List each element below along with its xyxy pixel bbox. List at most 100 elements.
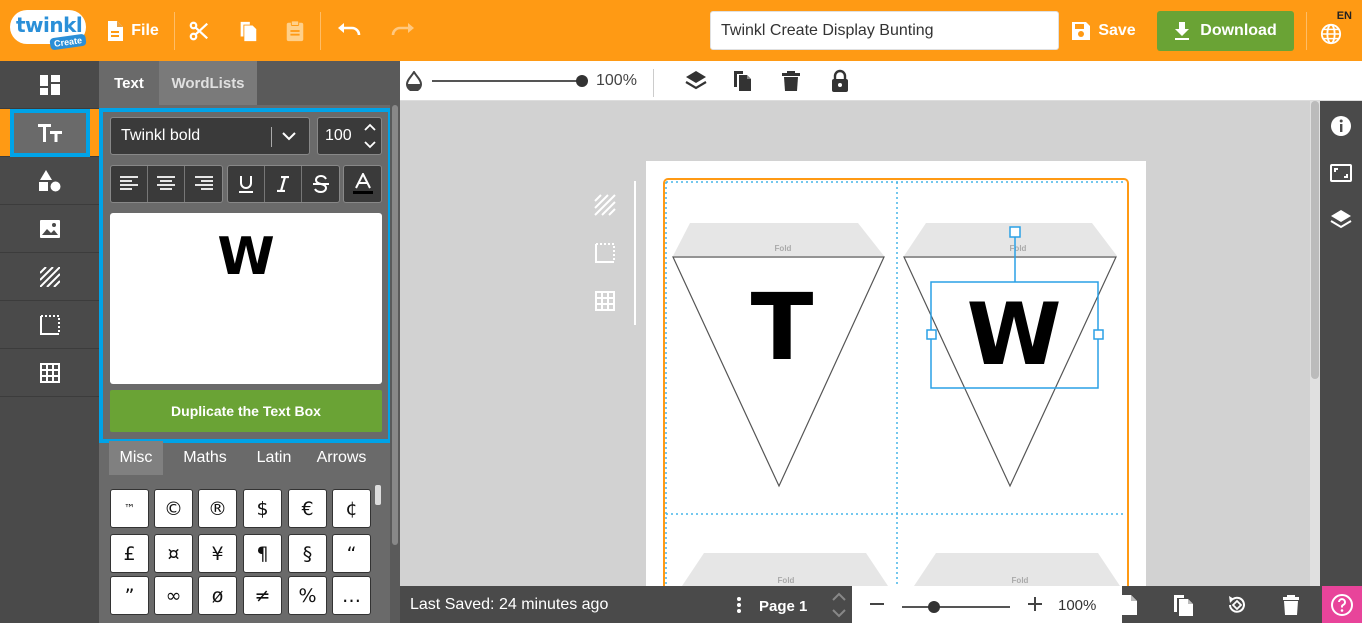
- symbol-button[interactable]: %: [288, 576, 327, 615]
- text-color-button[interactable]: [344, 166, 381, 202]
- symbol-button[interactable]: ∞: [154, 576, 193, 615]
- zoom-value: 100%: [1058, 597, 1097, 614]
- document-title-input[interactable]: [710, 11, 1059, 50]
- grid-icon[interactable]: [594, 290, 616, 312]
- align-left-button[interactable]: [111, 166, 148, 202]
- symbol-button[interactable]: ®: [198, 489, 237, 528]
- zoom-in-icon[interactable]: [1026, 594, 1044, 614]
- undo-button[interactable]: [334, 0, 364, 61]
- pennant-letter[interactable]: W: [967, 285, 1062, 385]
- zoom-slider[interactable]: [902, 606, 1010, 608]
- download-button[interactable]: Download: [1157, 11, 1294, 51]
- symbol-button[interactable]: ¤: [154, 534, 193, 573]
- resize-handle-right[interactable]: [1093, 329, 1104, 340]
- page-indicator[interactable]: Page 1: [759, 598, 807, 615]
- layers-icon[interactable]: [684, 69, 708, 93]
- align-center-button[interactable]: [148, 166, 185, 202]
- delete-icon[interactable]: [779, 69, 803, 93]
- rail-item-background[interactable]: [0, 253, 99, 301]
- align-right-button[interactable]: [185, 166, 222, 202]
- symbol-button[interactable]: ©: [154, 489, 193, 528]
- symbol-button[interactable]: ¢: [332, 489, 371, 528]
- twinkl-create-logo[interactable]: twinkl Create: [10, 10, 90, 52]
- strikethrough-button[interactable]: [302, 166, 339, 202]
- duplicate-icon[interactable]: [730, 69, 754, 93]
- panel-scrollbar[interactable]: [390, 105, 400, 623]
- opacity-slider-handle[interactable]: [576, 75, 588, 87]
- fold-label: Fold: [778, 576, 795, 585]
- symbol-button[interactable]: ≠: [243, 576, 282, 615]
- symbol-tab-misc[interactable]: Misc: [109, 441, 163, 475]
- border-icon[interactable]: [594, 242, 616, 264]
- underline-button[interactable]: [228, 166, 265, 202]
- redo-button[interactable]: [388, 0, 418, 61]
- symbol-tab-latin[interactable]: Latin: [247, 441, 301, 475]
- info-icon[interactable]: [1330, 115, 1352, 137]
- panel-scrollbar-thumb[interactable]: [392, 105, 398, 545]
- symbol-button[interactable]: ø: [198, 576, 237, 615]
- text-properties-section: Twinkl bold 100 W Duplicate the Text Box: [99, 108, 392, 443]
- save-button[interactable]: Save: [1068, 0, 1140, 61]
- background-pattern-icon[interactable]: [594, 194, 616, 216]
- rotate-handle[interactable]: [1009, 226, 1021, 238]
- rail-item-shapes[interactable]: [0, 157, 99, 205]
- font-size-stepper[interactable]: 100: [317, 117, 382, 155]
- font-size-value: 100: [325, 127, 352, 144]
- rail-item-images[interactable]: [0, 205, 99, 253]
- pennant[interactable]: Fold W: [903, 223, 1117, 488]
- italic-button[interactable]: [265, 166, 302, 202]
- file-menu-button[interactable]: File: [104, 0, 162, 61]
- design-page[interactable]: Fold T Fold W Fold Fold: [646, 161, 1146, 586]
- add-page-icon[interactable]: [1120, 594, 1138, 616]
- rail-item-borders[interactable]: [0, 301, 99, 349]
- symbol-button[interactable]: $: [243, 489, 282, 528]
- tab-wordlists[interactable]: WordLists: [159, 61, 257, 105]
- opacity-slider[interactable]: [432, 80, 582, 82]
- page-stepper-icon[interactable]: [828, 590, 850, 620]
- symbol-tab-maths[interactable]: Maths: [163, 441, 247, 475]
- font-family-select[interactable]: Twinkl bold: [110, 117, 310, 155]
- duplicate-text-box-button[interactable]: Duplicate the Text Box: [110, 390, 382, 432]
- symbol-button[interactable]: §: [288, 534, 327, 573]
- symbol-button[interactable]: ™: [110, 489, 149, 528]
- stepper-arrows-icon[interactable]: [363, 121, 377, 151]
- lock-icon[interactable]: [828, 69, 852, 93]
- pennant-letter[interactable]: T: [751, 274, 814, 381]
- resize-handle-left[interactable]: [926, 329, 937, 340]
- rail-item-tables[interactable]: [0, 349, 99, 397]
- duplicate-page-icon[interactable]: [1172, 594, 1194, 616]
- rail-item-templates[interactable]: [0, 61, 99, 109]
- pennant[interactable]: Fold T: [672, 223, 885, 488]
- text-preview-box[interactable]: W: [110, 213, 382, 384]
- copy-button[interactable]: [233, 0, 263, 61]
- layers-icon[interactable]: [1330, 209, 1352, 231]
- rail-item-text[interactable]: [0, 108, 99, 157]
- workspace-scrollbar[interactable]: [1310, 101, 1320, 586]
- tab-text[interactable]: Text: [99, 61, 159, 105]
- symbol-button[interactable]: …: [332, 576, 371, 615]
- text-preview-content: W: [217, 227, 275, 287]
- pennant[interactable]: Fold: [914, 553, 1120, 586]
- zoom-out-icon[interactable]: [868, 594, 886, 614]
- scissors-icon: [189, 21, 208, 40]
- symbol-button[interactable]: ¥: [198, 534, 237, 573]
- page-menu-icon[interactable]: [736, 597, 742, 613]
- workspace-scrollbar-thumb[interactable]: [1311, 101, 1319, 379]
- pennant[interactable]: Fold: [682, 553, 888, 586]
- delete-page-icon[interactable]: [1282, 594, 1300, 616]
- cut-button[interactable]: [184, 0, 214, 61]
- help-button[interactable]: [1322, 586, 1362, 623]
- symbol-button[interactable]: £: [110, 534, 149, 573]
- language-code: EN: [1336, 10, 1352, 22]
- paste-button[interactable]: [280, 0, 310, 61]
- fit-screen-icon[interactable]: [1330, 162, 1352, 184]
- rotate-page-icon[interactable]: [1226, 594, 1248, 616]
- language-button[interactable]: EN: [1314, 0, 1354, 61]
- symbol-button[interactable]: €: [288, 489, 327, 528]
- symbol-button[interactable]: ¶: [243, 534, 282, 573]
- symbol-tab-arrows[interactable]: Arrows: [301, 441, 382, 475]
- zoom-slider-handle[interactable]: [928, 601, 941, 613]
- symbol-button[interactable]: ”: [110, 576, 149, 615]
- symbol-button[interactable]: “: [332, 534, 371, 573]
- symbol-grid-scrollbar[interactable]: [375, 485, 381, 505]
